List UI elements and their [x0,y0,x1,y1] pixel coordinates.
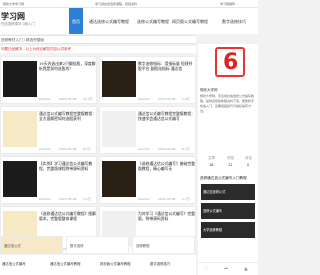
site-header: 学习网 在线选修课学习网入门 [0,8,258,34]
sidebar-pic-1-caption: 通达信选修公式 [203,190,226,194]
sidebar-pic-2-caption: 选修公式编写 [203,209,223,213]
article-card[interactable]: 数字选修指标：用指标量 短线抄股平台 副股站指标 通达信 zhumilu 2023-… [99,56,196,104]
bottom-card[interactable]: 通达信公式 [0,236,63,254]
article-date: 2023-05-06 [59,97,77,101]
notice-bar: 问题已经解决，以上为综合解答内容以供参考 [0,46,196,53]
article-views: 6.3万 [182,147,190,151]
article-title[interactable]: 为何学习《通达信公式编写》完整版，附带源码资料 [138,211,195,221]
article-date: 2023-05-06 [158,147,176,151]
nav-home[interactable]: 首页 [69,8,83,34]
breadcrumb[interactable]: 选修教材入门 / 精选完整版 [1,38,44,43]
sidebar-section-title: 选修通达信公式编写入门教程 [200,176,247,180]
article-card[interactable]: 【实例】学习通达信公式编写教程，完整版课程附带源码资料 zhumilu 2023-0… [0,156,97,204]
article-author[interactable]: zhumilu [138,147,150,151]
sidebar-author-name[interactable]: 规欢大学网 [200,88,218,93]
article-views: 3.1万 [83,197,91,201]
footer-link-4[interactable]: 数字选修技巧 [150,261,170,266]
sidebar-pic-3-caption: 大学选修教程 [203,228,223,232]
article-thumbnail[interactable] [3,111,37,147]
article-views: 8.5万 [83,147,91,151]
stat-label-views: 浏览 [227,156,234,160]
article-title[interactable]: 通达信公式编写教程完整版教程：全方面解密如何选股获利 [39,111,96,121]
article-card[interactable]: 通达信公式编写教程完整版教程：快速学会通达信公式编写 zhumilu 2023-05… [99,106,196,154]
like-icon[interactable]: ♡ [204,266,208,272]
article-author[interactable]: zhumilu [39,197,51,201]
nav-item-2[interactable]: 选修公式编写教程 [137,19,169,25]
article-date: 2023-05-06 [59,147,77,151]
sidebar-pic-1[interactable]: 通达信选修公式 [201,184,255,200]
bottom-card-label: 数字选修 [70,244,84,248]
logo-six-glyph: 6 [223,50,239,75]
footer-link-2[interactable]: 通达信公式编写教程 [50,261,81,266]
article-title[interactable]: 通达信公式编写教程完整版教程：快速学会通达信公式编写 [138,111,195,121]
article-title[interactable]: 19天内选出来2只翻倍股，深度解析我是如何选股的！ [39,61,96,71]
topbar-middle-text[interactable]: 学习通在线选修课程，视频资料 [95,2,137,6]
article-author[interactable]: zhumilu [39,97,51,101]
topbar-left-text[interactable]: 规欢大学学习网 [3,2,24,6]
share-icon[interactable]: ➦ [224,266,228,272]
article-date: 2023-05-06 [158,197,176,201]
article-thumbnail[interactable] [3,61,37,97]
article-views: 2.7万 [182,197,190,201]
bottom-card[interactable]: 选修教程 [132,236,195,254]
article-views: 1.8万 [182,97,190,101]
stat-label-articles: 文章 [208,156,215,160]
top-bar: 规欢大学学习网 学习通在线选修课程，视频资料 学习网推荐... [0,0,258,8]
nav-item-1[interactable]: 通达选修公式编写教程 [89,19,129,25]
article-thumbnail[interactable] [3,161,37,197]
breadcrumb-bar: 选修教材入门 / 精选完整版 [0,35,196,44]
stat-value-comments: 0 [247,163,250,167]
footer-link-3[interactable]: 网页版公式编写教程 [100,261,131,266]
bottom-card-label: 选修教程 [136,244,150,248]
nav-item-3[interactable]: 网页版公式编写教程 [172,19,208,25]
top-icon[interactable]: ▲ [244,266,248,272]
footer-links: 通达信公式编写 通达信公式编写教程 网页版公式编写教程 数字选修技巧 [0,255,196,275]
article-date: 2023-05-06 [59,197,77,201]
sidebar-pic-2[interactable]: 选修公式编写 [201,203,255,219]
stat-label-comments: 评论 [245,156,252,160]
topbar-right-text[interactable]: 学习网推荐... [220,2,238,6]
bottom-card[interactable]: 数字选修 [66,236,129,254]
article-author[interactable]: zhumilu [138,97,150,101]
stat-value-views: 12 [228,163,233,167]
article-card[interactable]: 通达信公式编写教程完整版教程：全方面解密如何选股获利 zhumilu 2023-05… [0,106,97,154]
stat-value-articles: 18 [209,163,214,167]
nav-item-4[interactable]: 数字选修技巧 [222,19,246,25]
author-avatar[interactable]: 6 [215,47,245,77]
site-logo-subtitle: 在线选修课学习网入门 [1,22,35,26]
article-thumbnail[interactable] [102,61,136,97]
article-author[interactable]: zhumilu [138,197,150,201]
article-author[interactable]: zhumilu [39,147,51,151]
article-views: 12.2万 [83,97,93,101]
article-thumbnail[interactable] [102,161,136,197]
article-date: 2023-05-06 [158,97,176,101]
article-title[interactable]: 【实例】学习通达信公式编写教程，完整版课程附带源码资料 [39,161,96,171]
sidebar-description: 规欢大学网，专注通达信选修公式编写教程，提供完整版教程资料下载，帮助新手快速入门… [200,94,255,113]
article-title[interactable]: 数字选修指标：用指标量 短线抄股平台 副股站指标 通达信 [138,61,195,71]
sidebar-pic-3[interactable]: 大学选修教程 [201,222,255,238]
article-title[interactable]: 《选修通达信公式编写》基础完整版教程，精心编写无 [138,161,195,171]
notice-text: 问题已经解决，以上为综合解答内容以供参考 [1,47,71,51]
article-card[interactable]: 《选修通达信公式编写》基础完整版教程，精心编写无 zhumilu 2023-05-0… [99,156,196,204]
sidebar-footer: ♡ ➦ ▲ [198,262,258,275]
article-card[interactable]: 19天内选出来2只翻倍股，深度解析我是如何选股的！ zhumilu 2023-05-… [0,56,97,104]
article-title[interactable]: 《选修通达信公式编写教程》图解版本，完整版整体课程 [39,211,96,221]
bottom-card-label: 通达信公式 [4,244,21,248]
footer-link-1[interactable]: 通达信公式编写 [2,261,26,266]
article-thumbnail[interactable] [102,111,136,147]
